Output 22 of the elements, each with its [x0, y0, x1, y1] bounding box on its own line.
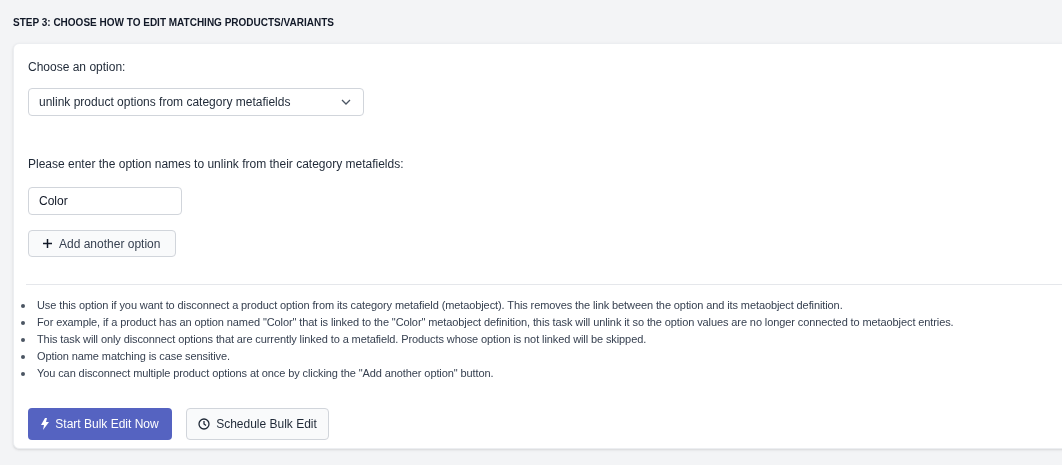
note-text: For example, if a product has an option named "Color" that is linked to the "Color" metaobject definition, this task will unlink it so the option values are no longer connected to metaobject entries. — [37, 315, 954, 331]
schedule-bulk-edit-button[interactable]: Schedule Bulk Edit — [186, 408, 329, 440]
section-heading: STEP 3: CHOOSE HOW TO EDIT MATCHING PRODUCTS/VARIANTS — [13, 16, 335, 30]
bullet-icon — [21, 371, 25, 376]
bullet-icon — [21, 320, 25, 325]
chevron-down-icon — [341, 99, 351, 105]
option-name-input[interactable]: Color — [28, 187, 182, 215]
field-label: Choose an option: — [28, 59, 127, 75]
note-text: You can disconnect multiple product options at once by clicking the "Add another option" button. — [37, 366, 494, 382]
bullet-icon — [21, 354, 25, 359]
bullet-icon — [21, 337, 25, 342]
start-bulk-edit-button[interactable]: Start Bulk Edit Now — [28, 408, 172, 440]
clock-icon — [198, 418, 211, 430]
note-text: This task will only disconnect options that are currently linked to a metafield. Products whose option is not linked will be skipped. — [37, 332, 647, 348]
bullet-icon — [21, 303, 25, 308]
add-option-button[interactable]: Add another option — [28, 230, 176, 257]
option-dropdown[interactable]: unlink product options from category metafields — [28, 88, 364, 116]
lightning-icon — [41, 418, 50, 430]
note-text: Option name matching is case sensitive. — [37, 349, 230, 365]
plus-icon — [43, 239, 52, 248]
field-label: Please enter the option names to unlink from their category metafields: — [28, 156, 405, 172]
note-text: Use this option if you want to disconnect a product option from its category metafield (metaobject). This removes the link between the option and its metaobject definition. — [37, 298, 843, 314]
